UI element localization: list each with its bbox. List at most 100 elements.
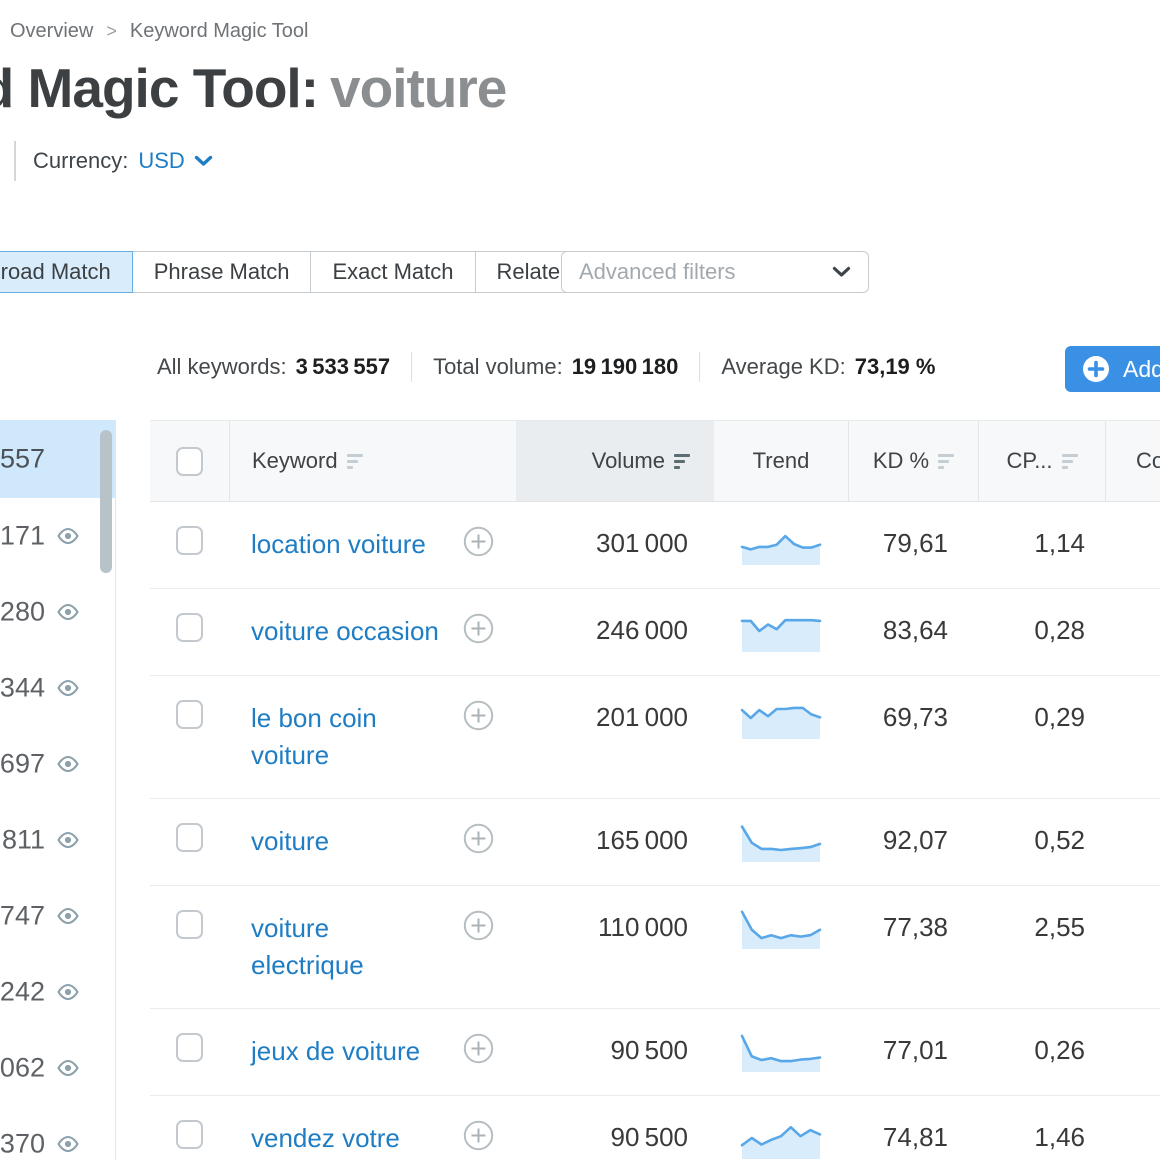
keyword-link[interactable]: voiture: [251, 823, 329, 860]
kd-cell: 69,73: [848, 676, 978, 798]
eye-icon[interactable]: [56, 984, 80, 1001]
keyword-cell: voiture occasion: [229, 589, 516, 675]
add-button-label: Add: [1123, 356, 1160, 383]
sidebar-group-item[interactable]: 7 242: [0, 954, 115, 1030]
trend-sparkline: [739, 907, 823, 949]
group-keyword-count: 4 280: [0, 597, 45, 628]
sidebar-group-item[interactable]: 5 697: [0, 726, 115, 802]
column-header-kd[interactable]: KD %: [848, 421, 978, 501]
advanced-filters-dropdown[interactable]: Advanced filters: [561, 251, 869, 293]
trend-sparkline: [739, 820, 823, 862]
table-row: voiture 165 000 92,07 0,52: [150, 799, 1160, 886]
row-checkbox[interactable]: [176, 1120, 203, 1149]
keyword-link[interactable]: jeux de voiture: [251, 1033, 420, 1070]
table-row: location voiture 301 000 79,61 1,14: [150, 502, 1160, 589]
sidebar-group-item[interactable]: 3 171: [0, 498, 115, 574]
table-row: vendez votre voiture 90 500 74,81 1,46: [150, 1096, 1160, 1160]
trend-cell: [714, 1096, 848, 1160]
row-checkbox[interactable]: [176, 1033, 203, 1062]
advanced-filters-label: Advanced filters: [579, 259, 736, 285]
checkbox-cell: [150, 502, 229, 588]
checkbox-cell: [150, 799, 229, 885]
column-header-cpc[interactable]: CP...: [978, 421, 1105, 501]
sidebar-group-item[interactable]: 5 062: [0, 1030, 115, 1106]
currency-dropdown[interactable]: USD: [138, 148, 212, 174]
row-checkbox[interactable]: [176, 823, 203, 852]
sidebar-group-item[interactable]: 557: [0, 420, 115, 498]
add-keywords-button[interactable]: Add: [1065, 346, 1160, 392]
plus-circle-icon: [1082, 355, 1110, 383]
group-keyword-count: 7 747: [0, 901, 45, 932]
volume-cell: 165 000: [516, 799, 714, 885]
cpc-cell: 0,29: [978, 676, 1105, 798]
header-checkbox-cell: [150, 421, 229, 501]
select-all-checkbox[interactable]: [176, 447, 203, 476]
add-keyword-icon[interactable]: [463, 1033, 494, 1064]
add-keyword-icon[interactable]: [463, 613, 494, 644]
add-keyword-icon[interactable]: [463, 823, 494, 854]
trend-cell: [714, 676, 848, 798]
kd-cell: 92,07: [848, 799, 978, 885]
row-checkbox[interactable]: [176, 910, 203, 939]
sidebar-scrollbar[interactable]: [100, 430, 112, 573]
cpc-cell: 0,26: [978, 1009, 1105, 1095]
keyword-cell: voiture electrique: [229, 886, 516, 1008]
add-keyword-icon[interactable]: [463, 910, 494, 941]
add-keyword-icon[interactable]: [463, 700, 494, 731]
tab-phrase-match[interactable]: Phrase Match: [133, 251, 312, 293]
kd-cell: 77,38: [848, 886, 978, 1008]
checkbox-cell: [150, 589, 229, 675]
keyword-link[interactable]: voiture electrique: [251, 910, 364, 984]
group-keyword-count: 7 242: [0, 977, 45, 1008]
keyword-cell: voiture: [229, 799, 516, 885]
stat-average-kd: Average KD: 73,19 %: [721, 354, 935, 380]
sidebar-group-item[interactable]: 7 747: [0, 878, 115, 954]
breadcrumb-overview[interactable]: Overview: [10, 20, 93, 43]
column-header-keyword[interactable]: Keyword: [229, 421, 516, 501]
column-header-trend: Trend: [714, 421, 848, 501]
cpc-cell: 1,46: [978, 1096, 1105, 1160]
eye-icon[interactable]: [56, 908, 80, 925]
sidebar-group-item[interactable]: 4 280: [0, 574, 115, 650]
keyword-link[interactable]: le bon coin voiture: [251, 700, 377, 774]
keyword-link[interactable]: voiture occasion: [251, 613, 439, 650]
checkbox-cell: [150, 886, 229, 1008]
row-checkbox[interactable]: [176, 700, 203, 729]
trend-cell: [714, 589, 848, 675]
add-keyword-icon[interactable]: [463, 1120, 494, 1151]
column-label: Keyword: [252, 448, 338, 474]
column-header-com[interactable]: Co: [1105, 421, 1160, 501]
tab-exact-match[interactable]: Exact Match: [311, 251, 475, 293]
row-checkbox[interactable]: [176, 526, 203, 555]
group-keyword-count: 557: [0, 444, 45, 475]
sidebar-group-item[interactable]: 2 344: [0, 650, 115, 726]
tab-broad-match[interactable]: Broad Match: [0, 251, 133, 293]
eye-icon[interactable]: [56, 756, 80, 773]
com-cell: [1105, 1096, 1160, 1160]
eye-icon[interactable]: [56, 832, 80, 849]
eye-icon[interactable]: [56, 604, 80, 621]
com-cell: [1105, 589, 1160, 675]
com-cell: [1105, 1009, 1160, 1095]
stat-value: 73,19 %: [855, 354, 936, 380]
stat-all-keywords: All keywords: 3 533 557: [157, 354, 390, 380]
add-keyword-icon[interactable]: [463, 526, 494, 557]
trend-sparkline: [739, 523, 823, 565]
sidebar-group-item[interactable]: 4 370: [0, 1106, 115, 1160]
group-keyword-count: 5 697: [0, 749, 45, 780]
chevron-down-icon: [832, 266, 851, 278]
row-checkbox[interactable]: [176, 613, 203, 642]
keyword-cell: vendez votre voiture: [229, 1096, 516, 1160]
keyword-link[interactable]: vendez votre voiture: [251, 1120, 400, 1160]
eye-icon[interactable]: [56, 1136, 80, 1153]
column-label: Trend: [753, 448, 810, 474]
column-header-volume[interactable]: Volume: [516, 421, 714, 501]
group-keyword-count: 3 171: [0, 521, 45, 552]
keyword-link[interactable]: location voiture: [251, 526, 426, 563]
eye-icon[interactable]: [56, 1060, 80, 1077]
table-row: le bon coin voiture 201 000 69,73 0,29: [150, 676, 1160, 799]
sidebar-group-item[interactable]: 2 811: [0, 802, 115, 878]
eye-icon[interactable]: [56, 680, 80, 697]
cpc-cell: 2,55: [978, 886, 1105, 1008]
eye-icon[interactable]: [56, 528, 80, 545]
